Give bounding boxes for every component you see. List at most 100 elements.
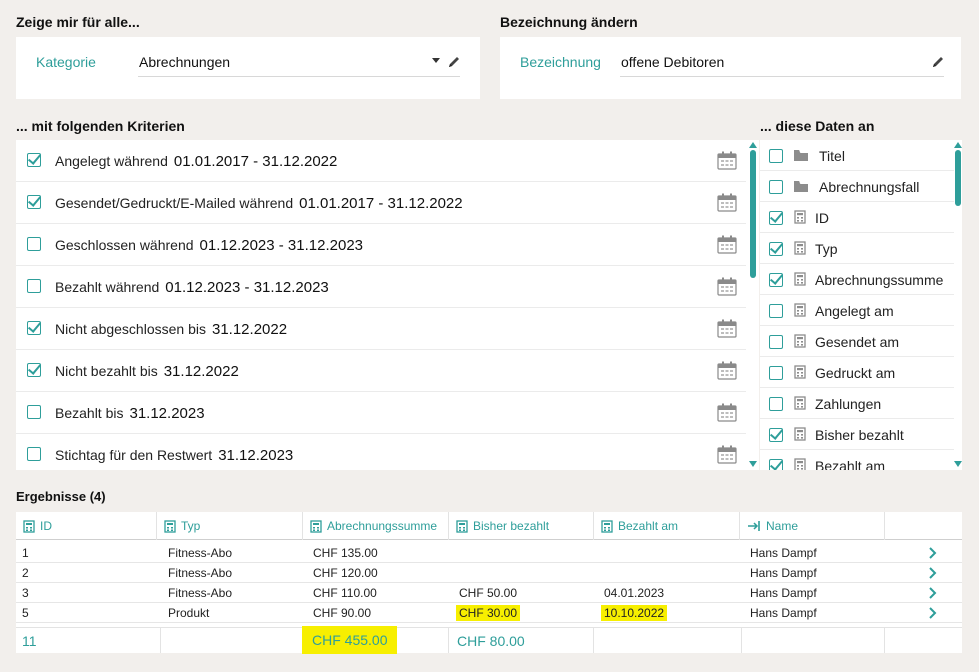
data-field-row[interactable]: Gesendet am: [760, 326, 954, 357]
calculator-icon: [794, 396, 806, 410]
criteria-title: ... mit folgenden Kriterien: [16, 118, 185, 134]
col-header-summe[interactable]: Abrechnungssumme: [303, 512, 449, 540]
criteria-date[interactable]: 01.12.2023 - 31.12.2023: [200, 237, 363, 254]
calculator-icon: [794, 427, 806, 441]
data-field-checkbox[interactable]: [769, 397, 783, 411]
calendar-icon[interactable]: [717, 277, 737, 296]
chevron-right-icon[interactable]: [927, 607, 939, 619]
chevron-right-icon[interactable]: [927, 567, 939, 579]
data-field-row[interactable]: Gedruckt am: [760, 357, 954, 388]
criteria-checkbox[interactable]: [27, 363, 41, 377]
data-field-row[interactable]: ID: [760, 202, 954, 233]
criteria-list: Angelegt während 01.01.2017 - 31.12.2022 G…: [16, 140, 759, 470]
criteria-date[interactable]: 31.12.2022: [164, 363, 239, 380]
criteria-row[interactable]: Bezahlt bis 31.12.2023: [16, 392, 746, 434]
calendar-icon[interactable]: [717, 151, 737, 170]
scroll-thumb[interactable]: [750, 150, 756, 278]
table-row[interactable]: [16, 563, 962, 583]
data-field-checkbox[interactable]: [769, 304, 783, 318]
data-fields-list: Titel Abrechnungsfall ID Typ Abrechnungssumm…: [760, 140, 962, 470]
data-field-row[interactable]: Abrechnungssumme: [760, 264, 954, 295]
col-header-actions: [885, 512, 962, 540]
col-header-bisher-bezahlt[interactable]: Bisher bezahlt: [449, 512, 594, 540]
scroll-thumb[interactable]: [955, 150, 961, 206]
calculator-icon: [794, 458, 806, 470]
data-field-checkbox[interactable]: [769, 180, 783, 194]
calculator-icon: [794, 334, 806, 348]
data-field-row[interactable]: Bezahlt am: [760, 450, 954, 470]
total-bisher-bezahlt: CHF 80.00: [457, 633, 525, 649]
cell-typ: Fitness-Abo: [168, 586, 233, 600]
cell-name: Hans Dampf: [750, 606, 817, 620]
criteria-checkbox[interactable]: [27, 447, 41, 461]
data-field-checkbox[interactable]: [769, 428, 783, 442]
calculator-icon: [794, 272, 806, 286]
data-field-row[interactable]: Zahlungen: [760, 388, 954, 419]
criteria-row[interactable]: Stichtag für den Restwert 31.12.2023: [16, 434, 746, 470]
table-row[interactable]: [16, 543, 962, 563]
totals-cell: [161, 627, 303, 653]
criteria-scrollbar[interactable]: [749, 140, 757, 470]
category-value: Abrechnungen: [139, 54, 231, 70]
data-fields-scrollbar[interactable]: [954, 140, 962, 470]
col-header-typ[interactable]: Typ: [157, 512, 303, 540]
criteria-date[interactable]: 01.01.2017 - 31.12.2022: [174, 153, 337, 170]
data-field-label: Typ: [815, 241, 838, 257]
criteria-row[interactable]: Bezahlt während 01.12.2023 - 31.12.2023: [16, 266, 746, 308]
scroll-up-arrow-icon[interactable]: [954, 142, 962, 148]
criteria-date[interactable]: 31.12.2023: [218, 447, 293, 464]
data-field-checkbox[interactable]: [769, 242, 783, 256]
criteria-date[interactable]: 31.12.2022: [212, 321, 287, 338]
data-field-checkbox[interactable]: [769, 366, 783, 380]
criteria-checkbox[interactable]: [27, 237, 41, 251]
calculator-icon: [794, 210, 806, 224]
data-field-row[interactable]: Abrechnungsfall: [760, 171, 954, 202]
data-field-row[interactable]: Bisher bezahlt: [760, 419, 954, 450]
calendar-icon[interactable]: [717, 193, 737, 212]
scroll-down-arrow-icon[interactable]: [954, 461, 962, 467]
data-field-row[interactable]: Typ: [760, 233, 954, 264]
scroll-down-arrow-icon[interactable]: [749, 461, 757, 467]
criteria-row[interactable]: Gesendet/Gedruckt/E-Mailed während 01.01.…: [16, 182, 746, 224]
calendar-icon[interactable]: [717, 361, 737, 380]
cell-name: Hans Dampf: [750, 546, 817, 560]
folder-icon: [794, 181, 808, 192]
data-field-checkbox[interactable]: [769, 149, 783, 163]
calendar-icon[interactable]: [717, 445, 737, 464]
data-field-checkbox[interactable]: [769, 211, 783, 225]
criteria-row[interactable]: Nicht bezahlt bis 31.12.2022: [16, 350, 746, 392]
data-field-row[interactable]: Titel: [760, 140, 954, 171]
calendar-icon[interactable]: [717, 403, 737, 422]
criteria-row[interactable]: Nicht abgeschlossen bis 31.12.2022: [16, 308, 746, 350]
criteria-checkbox[interactable]: [27, 321, 41, 335]
criteria-date[interactable]: 01.12.2023 - 31.12.2023: [165, 279, 328, 296]
criteria-checkbox[interactable]: [27, 153, 41, 167]
chevron-right-icon[interactable]: [927, 547, 939, 559]
data-field-checkbox[interactable]: [769, 273, 783, 287]
criteria-checkbox[interactable]: [27, 405, 41, 419]
chevron-right-icon[interactable]: [927, 587, 939, 599]
category-select[interactable]: Abrechnungen: [138, 37, 461, 79]
calendar-icon[interactable]: [717, 319, 737, 338]
scroll-up-arrow-icon[interactable]: [749, 142, 757, 148]
pencil-icon[interactable]: [931, 55, 945, 69]
rename-value: offene Debitoren: [621, 54, 725, 70]
data-field-row[interactable]: Angelegt am: [760, 295, 954, 326]
pencil-icon[interactable]: [447, 55, 461, 69]
cell-summe: CHF 90.00: [313, 606, 372, 620]
col-header-bezahlt-am[interactable]: Bezahlt am: [594, 512, 740, 540]
criteria-row[interactable]: Angelegt während 01.01.2017 - 31.12.2022: [16, 140, 746, 182]
criteria-checkbox[interactable]: [27, 195, 41, 209]
rename-input[interactable]: offene Debitoren: [620, 37, 943, 79]
col-header-label: Bisher bezahlt: [473, 519, 550, 533]
data-field-checkbox[interactable]: [769, 335, 783, 349]
col-header-id[interactable]: ID: [16, 512, 157, 540]
results-header: ID Typ Abrechnungssumme Bisher bezahlt B…: [16, 512, 962, 540]
col-header-name[interactable]: Name: [740, 512, 885, 540]
criteria-row[interactable]: Geschlossen während 01.12.2023 - 31.12.20…: [16, 224, 746, 266]
criteria-checkbox[interactable]: [27, 279, 41, 293]
criteria-date[interactable]: 01.01.2017 - 31.12.2022: [299, 195, 462, 212]
calendar-icon[interactable]: [717, 235, 737, 254]
data-field-checkbox[interactable]: [769, 459, 783, 470]
criteria-date[interactable]: 31.12.2023: [129, 405, 204, 422]
